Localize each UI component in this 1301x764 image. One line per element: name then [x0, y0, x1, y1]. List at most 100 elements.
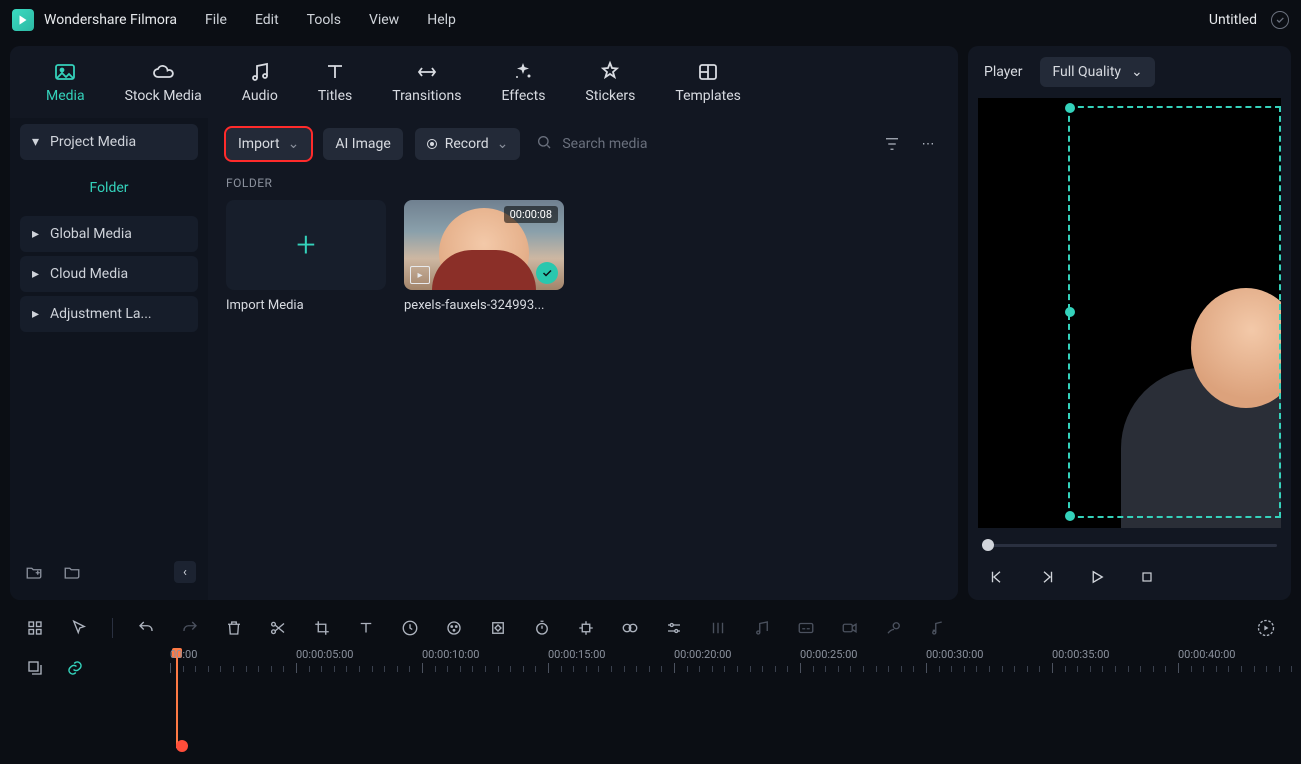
- import-media-card[interactable]: + Import Media: [226, 200, 386, 313]
- tab-transitions[interactable]: Transitions: [392, 60, 461, 104]
- document-title: Untitled: [1209, 12, 1257, 28]
- record-tl-button: [839, 617, 861, 639]
- apps-icon[interactable]: [24, 617, 46, 639]
- text-icon: [323, 60, 347, 84]
- sparkle-icon: [511, 60, 535, 84]
- selection-box[interactable]: [1068, 106, 1281, 518]
- layout-icon: [696, 60, 720, 84]
- link-button[interactable]: [64, 657, 86, 679]
- panel-tabbar: Media Stock Media Audio Titles Transitio…: [10, 46, 958, 118]
- crop-button[interactable]: [311, 617, 333, 639]
- timer-button[interactable]: [531, 617, 553, 639]
- filter-button[interactable]: [880, 135, 904, 153]
- clip-start-marker[interactable]: [176, 740, 188, 752]
- sidebar-item-global-media[interactable]: ▸ Global Media: [20, 216, 198, 252]
- tab-titles[interactable]: Titles: [318, 60, 352, 104]
- speed-button[interactable]: [399, 617, 421, 639]
- player-controls: [968, 554, 1291, 600]
- render-button[interactable]: [1255, 617, 1277, 639]
- collapse-sidebar-button[interactable]: ‹: [174, 561, 196, 583]
- app-title: Wondershare Filmora: [44, 12, 177, 28]
- menu-edit[interactable]: Edit: [255, 12, 279, 28]
- undo-button[interactable]: [135, 617, 157, 639]
- section-label: FOLDER: [208, 170, 958, 200]
- audio-sync-button: [927, 617, 949, 639]
- media-clip-card[interactable]: 00:00:08 ▸ pexels-fauxels-324993...: [404, 200, 564, 313]
- ruler-tick: 00:00:10:00: [422, 648, 479, 673]
- import-button[interactable]: Import ⌄: [226, 128, 311, 160]
- player-preview[interactable]: [978, 98, 1281, 528]
- tab-stock-media[interactable]: Stock Media: [125, 60, 202, 104]
- voice-button: [751, 617, 773, 639]
- menu-help[interactable]: Help: [427, 12, 456, 28]
- chevron-down-icon: ⌄: [1131, 64, 1143, 80]
- save-status-icon[interactable]: [1271, 11, 1289, 29]
- timeline-tracks[interactable]: [170, 688, 1291, 758]
- next-frame-button[interactable]: [1036, 566, 1058, 588]
- player-scrubber[interactable]: [982, 536, 1277, 554]
- folder-link-button[interactable]: [60, 560, 84, 584]
- tab-effects[interactable]: Effects: [501, 60, 545, 104]
- ruler-tick: 00:00:30:00: [926, 648, 983, 673]
- main-menu: File Edit Tools View Help: [205, 12, 456, 28]
- chevron-down-icon: ▾: [32, 134, 42, 150]
- redo-button[interactable]: [179, 617, 201, 639]
- tab-stickers[interactable]: Stickers: [585, 60, 635, 104]
- play-button[interactable]: [1086, 566, 1108, 588]
- quality-dropdown[interactable]: Full Quality ⌄: [1040, 57, 1154, 87]
- import-media-thumb[interactable]: +: [226, 200, 386, 290]
- sidebar-item-adjustment-layer[interactable]: ▸ Adjustment La...: [20, 296, 198, 332]
- record-button[interactable]: Record ⌄: [415, 128, 521, 160]
- cloud-image-icon: [151, 60, 175, 84]
- timeline-ruler[interactable]: 00:00 00:00:05:00 00:00:10:00 00:00:15:00 00…: [170, 648, 1291, 688]
- record-icon: [427, 139, 437, 149]
- chevron-right-icon: ▸: [32, 266, 42, 282]
- adjust-button[interactable]: [663, 617, 685, 639]
- new-folder-button[interactable]: [22, 560, 46, 584]
- stop-button[interactable]: [1136, 566, 1158, 588]
- prev-frame-button[interactable]: [986, 566, 1008, 588]
- tab-templates[interactable]: Templates: [675, 60, 741, 104]
- audio-mixer-button: [707, 617, 729, 639]
- color-button[interactable]: [443, 617, 465, 639]
- tab-audio[interactable]: Audio: [242, 60, 278, 104]
- more-button[interactable]: ⋯: [916, 137, 940, 152]
- sidebar-item-folder[interactable]: Folder: [20, 170, 198, 206]
- menu-tools[interactable]: Tools: [307, 12, 341, 28]
- sidebar-item-cloud-media[interactable]: ▸ Cloud Media: [20, 256, 198, 292]
- media-clip-thumb[interactable]: 00:00:08 ▸: [404, 200, 564, 290]
- keyframe-button[interactable]: [487, 617, 509, 639]
- split-button[interactable]: [267, 617, 289, 639]
- swap-icon: [415, 60, 439, 84]
- ruler-tick: 00:00:20:00: [674, 648, 731, 673]
- chevron-down-icon: ⌄: [497, 136, 509, 152]
- ruler-tick: 00:00: [170, 648, 197, 673]
- menu-view[interactable]: View: [369, 12, 399, 28]
- app-logo: [12, 9, 34, 31]
- media-sidebar: ▾ Project Media Folder ▸ Global Media ▸ …: [10, 118, 208, 600]
- duration-badge: 00:00:08: [504, 206, 558, 223]
- timeline-toolbar: [10, 608, 1291, 648]
- ruler-tick: 00:00:35:00: [1052, 648, 1109, 673]
- track-add-button[interactable]: [24, 657, 46, 679]
- sticker-icon: [598, 60, 622, 84]
- media-content: Import ⌄ AI Image Record ⌄: [208, 118, 958, 600]
- ai-image-button[interactable]: AI Image: [323, 128, 402, 160]
- menu-file[interactable]: File: [205, 12, 227, 28]
- subtitle-button: [795, 617, 817, 639]
- ruler-tick: 00:00:15:00: [548, 648, 605, 673]
- tab-media[interactable]: Media: [46, 60, 85, 104]
- media-toolbar: Import ⌄ AI Image Record ⌄: [208, 118, 958, 170]
- ruler-tick: 00:00:05:00: [296, 648, 353, 673]
- chevron-right-icon: ▸: [32, 306, 42, 322]
- pointer-icon[interactable]: [68, 617, 90, 639]
- player-label: Player: [984, 64, 1022, 80]
- plus-icon: +: [296, 225, 315, 265]
- chevron-down-icon: ⌄: [288, 136, 300, 152]
- marker-button[interactable]: [575, 617, 597, 639]
- search-input[interactable]: [562, 136, 864, 152]
- sidebar-item-project-media[interactable]: ▾ Project Media: [20, 124, 198, 160]
- delete-button[interactable]: [223, 617, 245, 639]
- text-tool-button[interactable]: [355, 617, 377, 639]
- effects-button[interactable]: [619, 617, 641, 639]
